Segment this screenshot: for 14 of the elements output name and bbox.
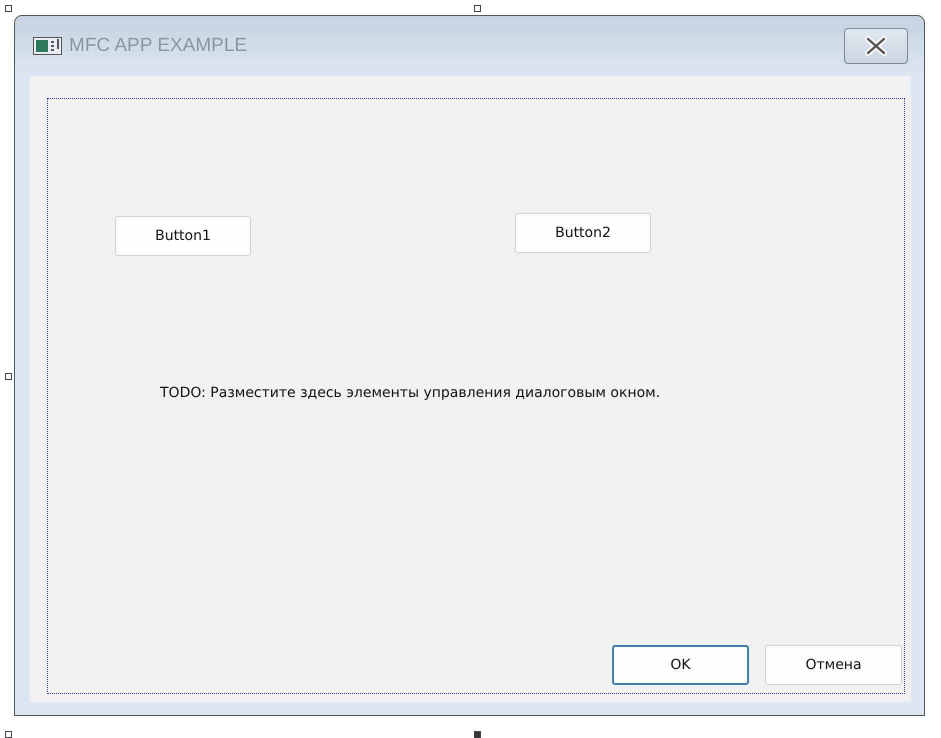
close-button[interactable] <box>844 28 908 64</box>
app-icon <box>33 36 63 56</box>
resize-handle[interactable] <box>5 731 12 738</box>
resize-handle[interactable] <box>474 5 481 12</box>
push-button[interactable]: Button2 <box>515 213 651 253</box>
close-icon <box>864 36 888 56</box>
cancel-button[interactable]: Отмена <box>765 645 902 685</box>
resize-handle[interactable] <box>474 731 481 738</box>
window-title: MFC APP EXAMPLE <box>69 35 248 57</box>
resize-handle[interactable] <box>5 5 12 12</box>
resize-handle[interactable] <box>5 373 12 380</box>
push-button[interactable]: Button1 <box>115 216 251 256</box>
static-text: TODO: Разместите здесь элементы управления диалоговым окном. <box>160 385 660 401</box>
ok-button[interactable]: OK <box>612 645 749 685</box>
